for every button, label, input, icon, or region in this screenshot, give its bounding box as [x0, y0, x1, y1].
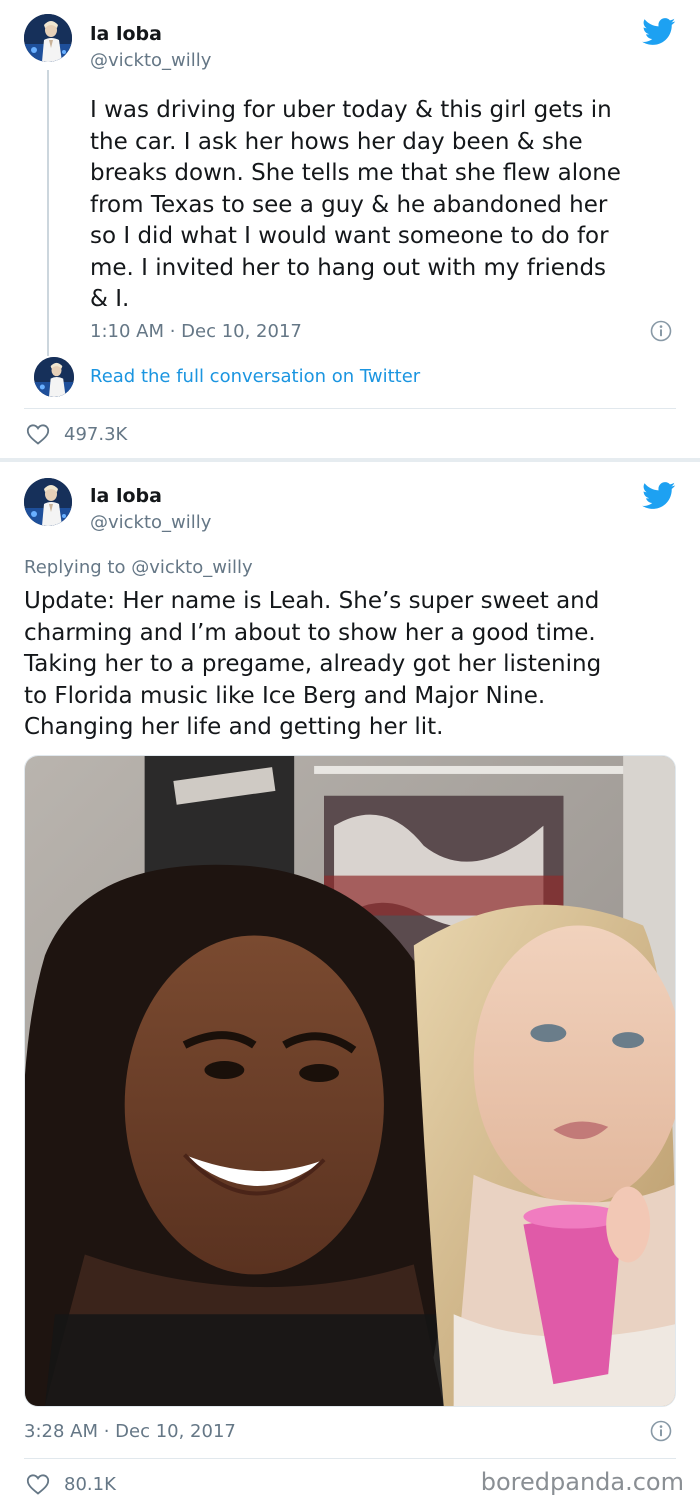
read-conversation-link[interactable]: Read the full conversation on Twitter: [90, 366, 420, 388]
twitter-bird-icon[interactable]: [642, 482, 676, 510]
display-name[interactable]: la loba: [90, 485, 162, 507]
replying-to[interactable]: Replying to @vickto_willy: [24, 557, 253, 579]
tweet-timestamp[interactable]: 3:28 AM · Dec 10, 2017: [24, 1421, 236, 1443]
like-count[interactable]: 497.3K: [64, 424, 127, 446]
avatar[interactable]: [24, 14, 72, 62]
user-handle[interactable]: @vickto_willy: [90, 50, 211, 72]
tweet-text: I was driving for uber today & this girl…: [90, 97, 621, 312]
twitter-bird-icon[interactable]: [642, 18, 676, 46]
avatar-image: [34, 357, 74, 397]
like-count[interactable]: 80.1K: [64, 1474, 116, 1496]
user-handle[interactable]: @vickto_willy: [90, 512, 211, 534]
heart-icon[interactable]: [26, 1473, 50, 1495]
page: la loba @vickto_willy I was driving for …: [0, 0, 700, 1510]
tweet-timestamp[interactable]: 1:10 AM · Dec 10, 2017: [90, 321, 302, 343]
tweet-text: Update: Her name is Leah. She’s super sw…: [24, 588, 602, 740]
avatar-small[interactable]: [34, 357, 74, 397]
tweet-footer-divider: [24, 408, 676, 409]
avatar[interactable]: [24, 478, 72, 526]
tweet-photo[interactable]: [24, 755, 676, 1407]
info-icon[interactable]: [650, 320, 672, 342]
thread-line: [47, 70, 49, 356]
selfie-photo: [25, 756, 675, 1406]
tweet-card: la loba @vickto_willy Replying to @vickt…: [0, 462, 700, 1510]
display-name[interactable]: la loba: [90, 23, 162, 45]
heart-icon[interactable]: [26, 423, 50, 445]
avatar-image: [24, 478, 72, 526]
watermark: boredpanda.com: [480, 1468, 684, 1496]
tweet-card: la loba @vickto_willy I was driving for …: [0, 0, 700, 458]
tweet-footer-divider: [24, 1458, 676, 1459]
info-icon[interactable]: [650, 1420, 672, 1442]
avatar-image: [24, 14, 72, 62]
